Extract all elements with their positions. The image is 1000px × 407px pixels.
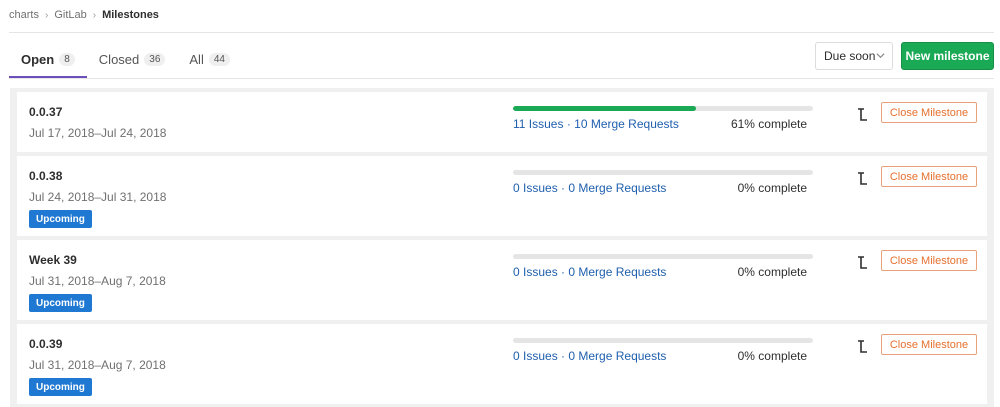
level-up-icon[interactable]: [855, 255, 869, 271]
progress-bar: [513, 106, 813, 111]
new-milestone-button[interactable]: New milestone: [901, 42, 994, 70]
level-up-icon[interactable]: [855, 107, 869, 123]
breadcrumb-item-charts[interactable]: charts: [9, 9, 39, 21]
milestone-dates: Jul 31, 2018–Aug 7, 2018: [29, 358, 166, 372]
chevron-down-icon: [876, 53, 885, 59]
upcoming-badge: Upcoming: [29, 378, 92, 396]
breadcrumb-current[interactable]: Milestones: [102, 9, 159, 21]
milestone-dates: Jul 24, 2018–Jul 31, 2018: [29, 190, 167, 204]
divider: [9, 32, 994, 33]
tab-open[interactable]: Open 8: [9, 40, 87, 78]
milestone-row: Week 39 Jul 31, 2018–Aug 7, 2018 Upcomin…: [17, 240, 987, 320]
close-milestone-button[interactable]: Close Milestone: [881, 250, 977, 271]
tab-closed[interactable]: Closed 36: [87, 40, 178, 78]
merge-requests-link[interactable]: 0 Merge Requests: [568, 265, 666, 279]
milestone-row: 0.0.38 Jul 24, 2018–Jul 31, 2018 Upcomin…: [17, 156, 987, 236]
milestone-links: 11 Issues · 10 Merge Requests: [513, 117, 679, 131]
milestone-title[interactable]: Week 39: [29, 253, 77, 267]
chevron-right-icon: ›: [92, 9, 97, 21]
milestone-dates: Jul 31, 2018–Aug 7, 2018: [29, 274, 166, 288]
progress-bar: [513, 338, 813, 343]
progress-fill: [513, 106, 696, 111]
percent-complete: 0% complete: [737, 181, 807, 195]
merge-requests-link[interactable]: 0 Merge Requests: [568, 181, 666, 195]
breadcrumb-item-gitlab[interactable]: GitLab: [54, 9, 86, 21]
upcoming-badge: Upcoming: [29, 294, 92, 312]
upcoming-badge: Upcoming: [29, 210, 92, 228]
milestone-dates: Jul 17, 2018–Jul 24, 2018: [29, 126, 167, 140]
close-milestone-button[interactable]: Close Milestone: [881, 166, 977, 187]
milestone-list: 0.0.37 Jul 17, 2018–Jul 24, 2018 11 Issu…: [10, 88, 994, 407]
count-badge: 36: [144, 52, 166, 66]
percent-complete: 0% complete: [737, 265, 807, 279]
level-up-icon[interactable]: [855, 171, 869, 187]
milestone-row: 0.0.39 Jul 31, 2018–Aug 7, 2018 Upcoming…: [17, 324, 987, 404]
breadcrumb: charts › GitLab › Milestones: [9, 8, 159, 22]
close-milestone-button[interactable]: Close Milestone: [881, 102, 977, 123]
milestone-tabs: Open 8 Closed 36 All 44: [9, 40, 242, 78]
close-milestone-button[interactable]: Close Milestone: [881, 334, 977, 355]
tab-label: Closed: [98, 51, 140, 67]
sort-selected: Due soon: [824, 49, 876, 63]
milestone-links: 0 Issues · 0 Merge Requests: [513, 181, 667, 195]
milestone-title[interactable]: 0.0.39: [29, 337, 62, 351]
count-badge: 8: [59, 52, 75, 66]
issues-link[interactable]: 0 Issues: [513, 265, 558, 279]
issues-link[interactable]: 11 Issues: [513, 117, 563, 131]
milestone-row: 0.0.37 Jul 17, 2018–Jul 24, 2018 11 Issu…: [17, 92, 987, 152]
merge-requests-link[interactable]: 0 Merge Requests: [568, 349, 666, 363]
merge-requests-link[interactable]: 10 Merge Requests: [574, 117, 679, 131]
chevron-right-icon: ›: [44, 9, 49, 21]
count-badge: 44: [208, 52, 230, 66]
progress-bar: [513, 254, 813, 259]
percent-complete: 0% complete: [737, 349, 807, 363]
tab-label: Open: [21, 51, 55, 67]
issues-link[interactable]: 0 Issues: [513, 349, 558, 363]
percent-complete: 61% complete: [730, 117, 807, 131]
progress-bar: [513, 170, 813, 175]
divider: [9, 78, 994, 79]
milestone-title[interactable]: 0.0.38: [29, 169, 62, 183]
milestone-links: 0 Issues · 0 Merge Requests: [513, 265, 667, 279]
milestone-title[interactable]: 0.0.37: [29, 105, 62, 119]
tab-label: All: [189, 51, 204, 67]
milestone-links: 0 Issues · 0 Merge Requests: [513, 349, 667, 363]
tab-all[interactable]: All 44: [177, 40, 242, 78]
level-up-icon[interactable]: [855, 339, 869, 355]
issues-link[interactable]: 0 Issues: [513, 181, 558, 195]
sort-dropdown[interactable]: Due soon: [815, 42, 893, 70]
